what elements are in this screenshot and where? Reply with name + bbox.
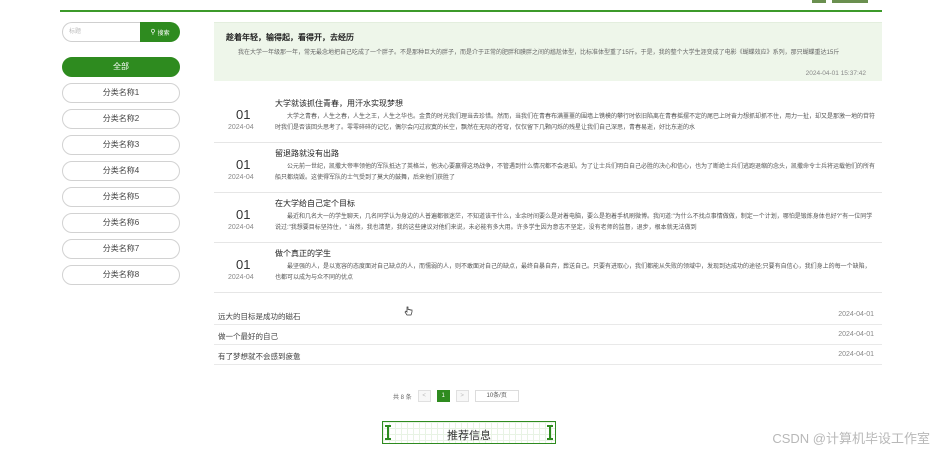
- category-item[interactable]: 分类名称3: [62, 135, 180, 155]
- article-title[interactable]: 在大学给自己定个目标: [275, 198, 355, 209]
- list-item-date: 2024-04-01: [838, 351, 874, 358]
- search-button[interactable]: ⚲ 搜索: [140, 22, 180, 42]
- article-title[interactable]: 做个真正的学生: [275, 248, 331, 259]
- search-input[interactable]: [62, 22, 140, 42]
- category-list: 全部 分类名称1 分类名称2 分类名称3 分类名称4 分类名称5 分类名称6 分…: [62, 57, 180, 285]
- list-item-title[interactable]: 做一个最好的自己: [218, 331, 278, 342]
- article-day: 01: [236, 207, 251, 222]
- list-item-title[interactable]: 远大的目标是成功的磁石: [218, 311, 301, 322]
- pagination-page-current[interactable]: 1: [436, 390, 450, 402]
- list-item-date: 2024-04-01: [838, 331, 874, 338]
- article-month: 2024-04: [228, 224, 254, 231]
- category-all[interactable]: 全部: [62, 57, 180, 77]
- category-item[interactable]: 分类名称2: [62, 109, 180, 129]
- article-summary: 公元前一世纪，凯撒大帝率领他的军队抵达了英格兰，他决心要赢得这场战争，不管遇到什…: [275, 164, 875, 181]
- pagination: 共 8 条 < 1 > 10条/页: [393, 390, 519, 402]
- article-summary: 最近和几名大一的学生聊天，几名同学认为身边的人普遍都很迷茫，不知道该干什么，业余…: [275, 214, 873, 231]
- article-item[interactable]: 01 2024-04 留退路就没有出路 公元前一世纪，凯撒大帝率领他的军队抵达了…: [214, 143, 882, 193]
- recommend-title: 推荐信息: [447, 430, 491, 442]
- featured-date: 2024-04-01 15:37:42: [805, 70, 866, 77]
- pagination-next-button[interactable]: >: [455, 390, 469, 402]
- watermark: CSDN @计算机毕设工作室: [772, 431, 930, 446]
- article-day: 01: [236, 157, 251, 172]
- article-day: 01: [236, 107, 251, 122]
- list-item-title[interactable]: 有了梦想就不会感到疲惫: [218, 351, 301, 362]
- article-month: 2024-04: [228, 174, 254, 181]
- article-item[interactable]: 01 2024-04 做个真正的学生 最坚强的人，是以宽容的态度面对自己缺点的人…: [214, 243, 882, 293]
- category-item[interactable]: 分类名称4: [62, 161, 180, 181]
- main-content: 趁着年轻，输得起，看得开，去经历 我在大学一年级那一年，常无最念地把自己吃成了一…: [214, 22, 882, 365]
- featured-title[interactable]: 趁着年轻，输得起，看得开，去经历: [226, 32, 870, 43]
- article-month: 2024-04: [228, 274, 254, 281]
- article-item[interactable]: 01 2024-04 在大学给自己定个目标 最近和几名大一的学生聊天，几名同学认…: [214, 193, 882, 243]
- list-item[interactable]: 做一个最好的自己 2024-04-01: [214, 325, 882, 345]
- category-item[interactable]: 分类名称5: [62, 187, 180, 207]
- page-size-select[interactable]: 10条/页: [474, 390, 519, 402]
- hand-cursor-icon: [404, 306, 413, 316]
- article-item[interactable]: 01 2024-04 大学就该抓住青春，用汗水实现梦想 大学之青春，人生之春，人…: [214, 93, 882, 143]
- recommend-section-header: 推荐信息: [382, 421, 556, 444]
- search-button-label: 搜索: [157, 30, 170, 37]
- article-summary: 最坚强的人，是以宽容的态度面对自己缺点的人，而懦弱的人，则不敢面对自己的缺点，最…: [275, 264, 871, 281]
- list-item[interactable]: 远大的目标是成功的磁石 2024-04-01: [214, 305, 882, 325]
- article-summary: 大学之青春，人生之春，人生之王，人生之华也。金贵的时光我们理当去珍惜。然而，当我…: [275, 114, 875, 131]
- top-links: [806, 0, 876, 4]
- category-item[interactable]: 分类名称7: [62, 239, 180, 259]
- pagination-prev-button[interactable]: <: [417, 390, 431, 402]
- featured-article[interactable]: 趁着年轻，输得起，看得开，去经历 我在大学一年级那一年，常无最念地把自己吃成了一…: [214, 22, 882, 81]
- sidebar: ⚲ 搜索 全部 分类名称1 分类名称2 分类名称3 分类名称4 分类名称5 分类…: [62, 22, 180, 291]
- article-list: 01 2024-04 大学就该抓住青春，用汗水实现梦想 大学之青春，人生之春，人…: [214, 93, 882, 293]
- header-divider: [60, 10, 882, 12]
- category-item[interactable]: 分类名称8: [62, 265, 180, 285]
- simple-article-list: 远大的目标是成功的磁石 2024-04-01 做一个最好的自己 2024-04-…: [214, 305, 882, 365]
- article-title[interactable]: 留退路就没有出路: [275, 148, 339, 159]
- category-item[interactable]: 分类名称6: [62, 213, 180, 233]
- featured-body: 我在大学一年级那一年，常无最念地把自己吃成了一个胖子。不是那种巨大的胖子，而是介…: [238, 50, 840, 56]
- search-bar: ⚲ 搜索: [62, 22, 180, 42]
- article-day: 01: [236, 257, 251, 272]
- search-icon: ⚲: [150, 29, 156, 36]
- decor-bracket-right: [547, 425, 553, 440]
- article-month: 2024-04: [228, 124, 254, 131]
- category-item[interactable]: 分类名称1: [62, 83, 180, 103]
- pagination-total: 共 8 条: [393, 394, 412, 401]
- list-item[interactable]: 有了梦想就不会感到疲惫 2024-04-01: [214, 345, 882, 365]
- article-title[interactable]: 大学就该抓住青春，用汗水实现梦想: [275, 98, 403, 109]
- list-item-date: 2024-04-01: [838, 311, 874, 318]
